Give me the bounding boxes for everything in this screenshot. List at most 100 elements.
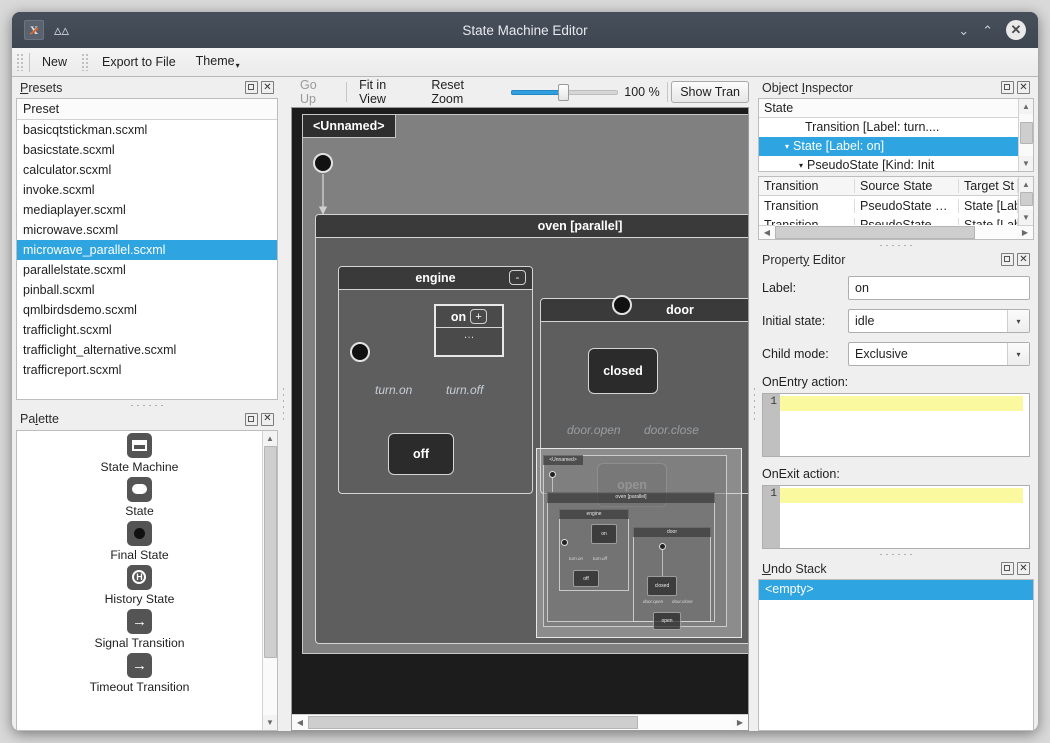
new-button[interactable]: New — [32, 52, 77, 72]
list-item[interactable]: microwave.scxml — [17, 220, 277, 240]
chevron-up-icon[interactable]: ▵▵ — [54, 23, 69, 38]
list-item[interactable]: mediaplayer.scxml — [17, 200, 277, 220]
list-item[interactable]: parallelstate.scxml — [17, 260, 277, 280]
object-inspector-tree[interactable]: State Transition [Label: turn.... ▾ Stat… — [758, 98, 1034, 172]
reset-zoom-button[interactable]: Reset Zoom — [422, 75, 504, 109]
list-item[interactable]: calculator.scxml — [17, 160, 277, 180]
export-to-file-button[interactable]: Export to File — [92, 52, 186, 72]
label-input[interactable]: on — [848, 276, 1030, 300]
list-item[interactable]: basicqtstickman.scxml — [17, 120, 277, 140]
list-item-selected[interactable]: <empty> — [759, 580, 1033, 600]
palette-item-final-state[interactable]: Final State — [110, 520, 169, 562]
scroll-left-icon[interactable]: ◀ — [759, 225, 775, 239]
tree-row-selected[interactable]: ▾ State [Label: on] — [759, 137, 1018, 156]
table-horizontal-scrollbar[interactable]: ◀ ▶ — [759, 225, 1033, 239]
tree-vertical-scrollbar[interactable]: ▲ ▼ — [1018, 99, 1033, 171]
palette-item-signal-transition[interactable]: → Signal Transition — [94, 608, 185, 650]
minimize-button[interactable]: ⌄ — [958, 24, 969, 37]
property-editor-close-icon[interactable]: ✕ — [1017, 253, 1030, 266]
list-item[interactable]: basicstate.scxml — [17, 140, 277, 160]
canvas-hscroll-track[interactable] — [308, 715, 732, 730]
chevron-down-icon[interactable]: ▾ — [1007, 343, 1029, 365]
table-scroll-thumb[interactable] — [1019, 192, 1033, 206]
undo-stack-close-icon[interactable]: ✕ — [1017, 562, 1030, 575]
table-vertical-scrollbar[interactable]: ▲ ▼ — [1018, 177, 1033, 225]
state-node-closed[interactable]: closed — [588, 348, 658, 394]
diagram-canvas[interactable]: <Unnamed> oven [parallel] engine - on + … — [291, 107, 749, 731]
table-row[interactable]: Transition PseudoState … State [Lab — [759, 215, 1018, 225]
palette-scroll-track[interactable] — [262, 445, 277, 715]
zoom-slider-handle[interactable] — [557, 84, 569, 101]
list-item[interactable]: qmlbirdsdemo.scxml — [17, 300, 277, 320]
center-right-splitter[interactable] — [749, 77, 758, 731]
diagram-viewport[interactable]: <Unnamed> oven [parallel] engine - on + … — [292, 108, 748, 714]
initial-pseudostate-door[interactable] — [612, 295, 632, 315]
left-center-splitter[interactable] — [278, 77, 287, 731]
list-item[interactable]: trafficlight.scxml — [17, 320, 277, 340]
tree-scroll-thumb[interactable] — [1019, 122, 1033, 144]
fit-in-view-button[interactable]: Fit in View — [350, 75, 422, 109]
onexit-code-area[interactable] — [780, 486, 1029, 548]
right-splitter-handle-2[interactable] — [758, 549, 1034, 558]
right-splitter-handle-1[interactable] — [758, 240, 1034, 249]
undo-stack-list[interactable]: <empty> — [758, 579, 1034, 731]
canvas-horizontal-scrollbar[interactable]: ◀ ▶ — [292, 714, 748, 730]
chevron-down-icon[interactable]: ▾ — [785, 137, 789, 156]
table-scroll-track[interactable] — [1018, 192, 1033, 210]
list-item[interactable]: invoke.scxml — [17, 180, 277, 200]
list-item[interactable]: trafficlight_alternative.scxml — [17, 340, 277, 360]
object-inspector-float-button[interactable] — [1001, 81, 1014, 94]
state-node-on[interactable]: on + … — [434, 304, 504, 357]
palette-scroll-thumb[interactable] — [263, 445, 277, 658]
show-transitions-button[interactable]: Show Tran — [671, 81, 749, 103]
palette-item-history-state[interactable]: H History State — [105, 564, 174, 606]
table-hscroll-track[interactable] — [775, 225, 1017, 239]
presets-close-icon[interactable]: ✕ — [261, 81, 274, 94]
chevron-down-icon[interactable]: ▾ — [1007, 310, 1029, 332]
scroll-down-icon[interactable]: ▼ — [1018, 210, 1033, 225]
object-inspector-close-icon[interactable]: ✕ — [1017, 81, 1030, 94]
scroll-right-icon[interactable]: ▶ — [732, 715, 748, 730]
table-hscroll-thumb[interactable] — [775, 226, 975, 239]
column-header-target-state[interactable]: Target St — [959, 179, 1018, 193]
scroll-right-icon[interactable]: ▶ — [1017, 225, 1033, 239]
scroll-down-icon[interactable]: ▼ — [1018, 156, 1033, 171]
palette-float-button[interactable] — [245, 412, 258, 426]
initial-pseudostate-engine[interactable] — [350, 342, 370, 362]
onexit-editor[interactable]: 1 — [762, 485, 1030, 549]
presets-float-button[interactable] — [245, 81, 258, 94]
column-header-transition[interactable]: Transition — [759, 179, 855, 193]
toolbar-grip-1[interactable] — [16, 53, 25, 71]
palette-list[interactable]: State Machine State Final State H Histor… — [16, 429, 278, 731]
close-icon[interactable]: ✕ — [1006, 20, 1026, 40]
tree-scroll-track[interactable] — [1018, 114, 1033, 156]
palette-vertical-scrollbar[interactable]: ▲ ▼ — [262, 430, 277, 730]
palette-item-timeout-transition[interactable]: → Timeout Transition — [90, 652, 189, 694]
onentry-editor[interactable]: 1 — [762, 393, 1030, 457]
property-editor-float-button[interactable] — [1001, 253, 1014, 266]
scroll-left-icon[interactable]: ◀ — [292, 715, 308, 730]
palette-close-icon[interactable]: ✕ — [261, 412, 274, 426]
presets-list[interactable]: Preset basicqtstickman.scxml basicstate.… — [16, 98, 278, 400]
table-row[interactable]: Transition PseudoState … State [Lab — [759, 196, 1018, 215]
column-header-source-state[interactable]: Source State — [855, 179, 959, 193]
initial-state-combobox[interactable]: idle ▾ — [848, 309, 1030, 333]
chevron-down-icon[interactable]: ▾ — [799, 156, 803, 171]
initial-pseudostate-root[interactable] — [313, 153, 333, 173]
tree-row[interactable]: ▾ PseudoState [Kind: Init — [759, 156, 1018, 171]
canvas-hscroll-thumb[interactable] — [308, 716, 638, 729]
scroll-up-icon[interactable]: ▲ — [1018, 99, 1033, 114]
palette-item-state[interactable]: State — [125, 476, 154, 518]
maximize-button[interactable]: ⌃ — [982, 24, 993, 37]
minimap-overlay[interactable]: <Unnamed> oven [parallel] engine on turn… — [536, 448, 742, 638]
go-up-button[interactable]: Go Up — [291, 75, 343, 109]
list-item-selected[interactable]: microwave_parallel.scxml — [17, 240, 277, 260]
palette-item-state-machine[interactable]: State Machine — [101, 432, 178, 474]
scroll-up-icon[interactable]: ▲ — [262, 430, 277, 446]
expand-button-on[interactable]: + — [470, 309, 488, 324]
left-splitter-handle[interactable] — [16, 399, 278, 409]
list-item[interactable]: pinball.scxml — [17, 280, 277, 300]
transitions-table[interactable]: Transition Source State Target St Transi… — [758, 176, 1034, 240]
state-node-off[interactable]: off — [388, 433, 454, 475]
toolbar-grip-2[interactable] — [81, 53, 91, 71]
